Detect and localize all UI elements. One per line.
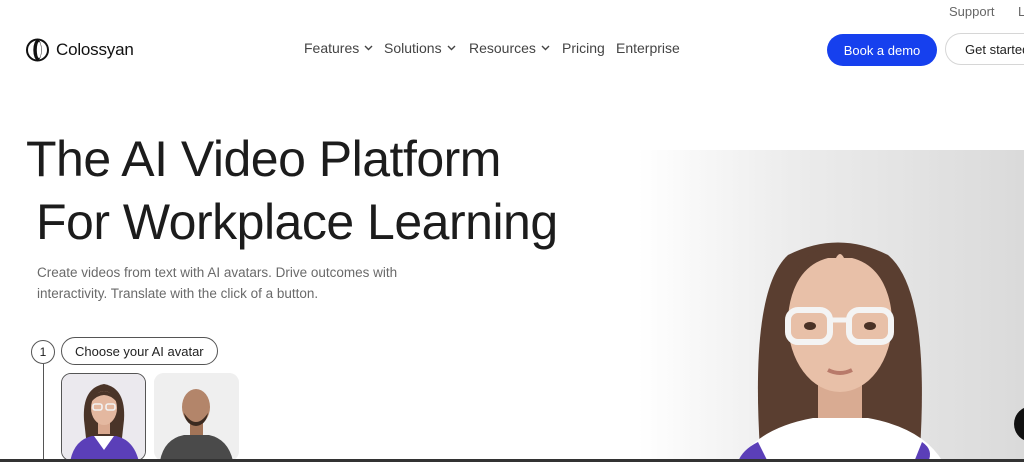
nav-solutions-label: Solutions <box>384 40 442 56</box>
nav-features[interactable]: Features <box>304 40 373 56</box>
nav-enterprise[interactable]: Enterprise <box>616 40 680 56</box>
hero-avatar-image <box>638 150 1024 462</box>
hero-avatar-portrait <box>738 242 943 462</box>
nav-resources-label: Resources <box>469 40 536 56</box>
hero-title-line1: The AI Video Platform <box>26 131 501 187</box>
brand-logo[interactable]: Colossyan <box>25 38 134 62</box>
hero-subtitle: Create videos from text with AI avatars.… <box>37 265 398 301</box>
chevron-down-icon <box>447 45 456 51</box>
step-label: Choose your AI avatar <box>61 337 218 365</box>
chevron-down-icon <box>541 45 550 51</box>
nav-solutions[interactable]: Solutions <box>384 40 456 56</box>
hero-title-line2: For Workplace Learning <box>36 194 558 250</box>
login-link[interactable]: L <box>1018 4 1024 19</box>
brand-name: Colossyan <box>56 40 134 59</box>
avatar-option-woman[interactable] <box>61 373 146 461</box>
chevron-down-icon <box>364 45 373 51</box>
support-link[interactable]: Support <box>949 4 995 19</box>
nav-pricing[interactable]: Pricing <box>562 40 605 56</box>
step-connector <box>43 364 44 462</box>
logo-icon <box>26 38 49 62</box>
avatar-option-man[interactable] <box>154 373 239 461</box>
get-started-button[interactable]: Get started <box>945 33 1024 65</box>
avatar-woman-image <box>62 374 145 460</box>
step-number: 1 <box>31 340 55 364</box>
book-demo-button[interactable]: Book a demo <box>827 34 937 66</box>
nav-features-label: Features <box>304 40 360 56</box>
nav-resources[interactable]: Resources <box>469 40 550 56</box>
avatar-man-image <box>154 373 239 461</box>
hero-title: The AI Video Platform For Workplace Lear… <box>26 128 558 254</box>
